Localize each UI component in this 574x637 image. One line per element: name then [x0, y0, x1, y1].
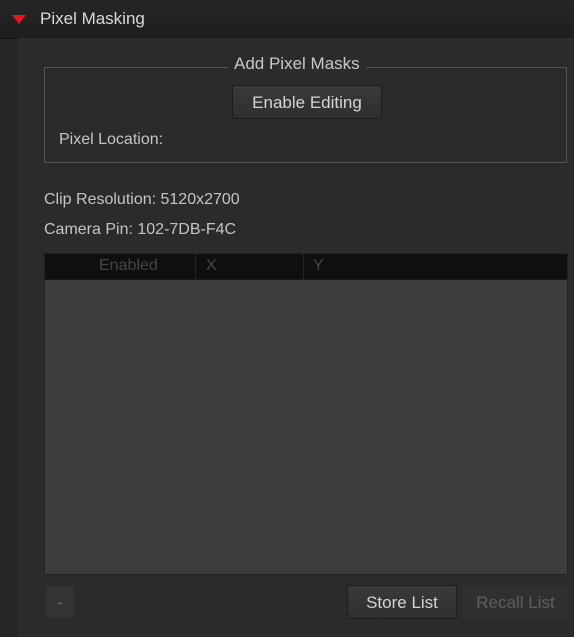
pixel-mask-table[interactable]: Enabled X Y	[44, 253, 568, 575]
column-header-x[interactable]: X	[206, 257, 217, 275]
panel-header[interactable]: Pixel Masking	[0, 0, 574, 39]
triangle-down-icon[interactable]	[12, 15, 26, 24]
panel-title: Pixel Masking	[40, 9, 145, 28]
group-legend: Add Pixel Masks	[228, 54, 366, 74]
remove-mask-button[interactable]: -	[45, 585, 75, 619]
column-divider	[195, 254, 196, 279]
camera-pin-label: Camera Pin: 102-7DB-F4C	[44, 221, 237, 238]
recall-list-button[interactable]: Recall List	[462, 585, 569, 619]
store-list-button[interactable]: Store List	[347, 585, 457, 619]
table-header: Enabled X Y	[45, 254, 567, 280]
column-divider	[303, 254, 304, 279]
column-header-enabled[interactable]: Enabled	[99, 257, 158, 275]
pixel-location-label: Pixel Location:	[59, 131, 164, 148]
column-header-y[interactable]: Y	[313, 257, 324, 275]
pixel-masking-panel: Pixel Masking Add Pixel Masks Enable Edi…	[0, 0, 574, 637]
clip-resolution-label: Clip Resolution: 5120x2700	[44, 191, 240, 208]
enable-editing-button[interactable]: Enable Editing	[232, 85, 382, 119]
